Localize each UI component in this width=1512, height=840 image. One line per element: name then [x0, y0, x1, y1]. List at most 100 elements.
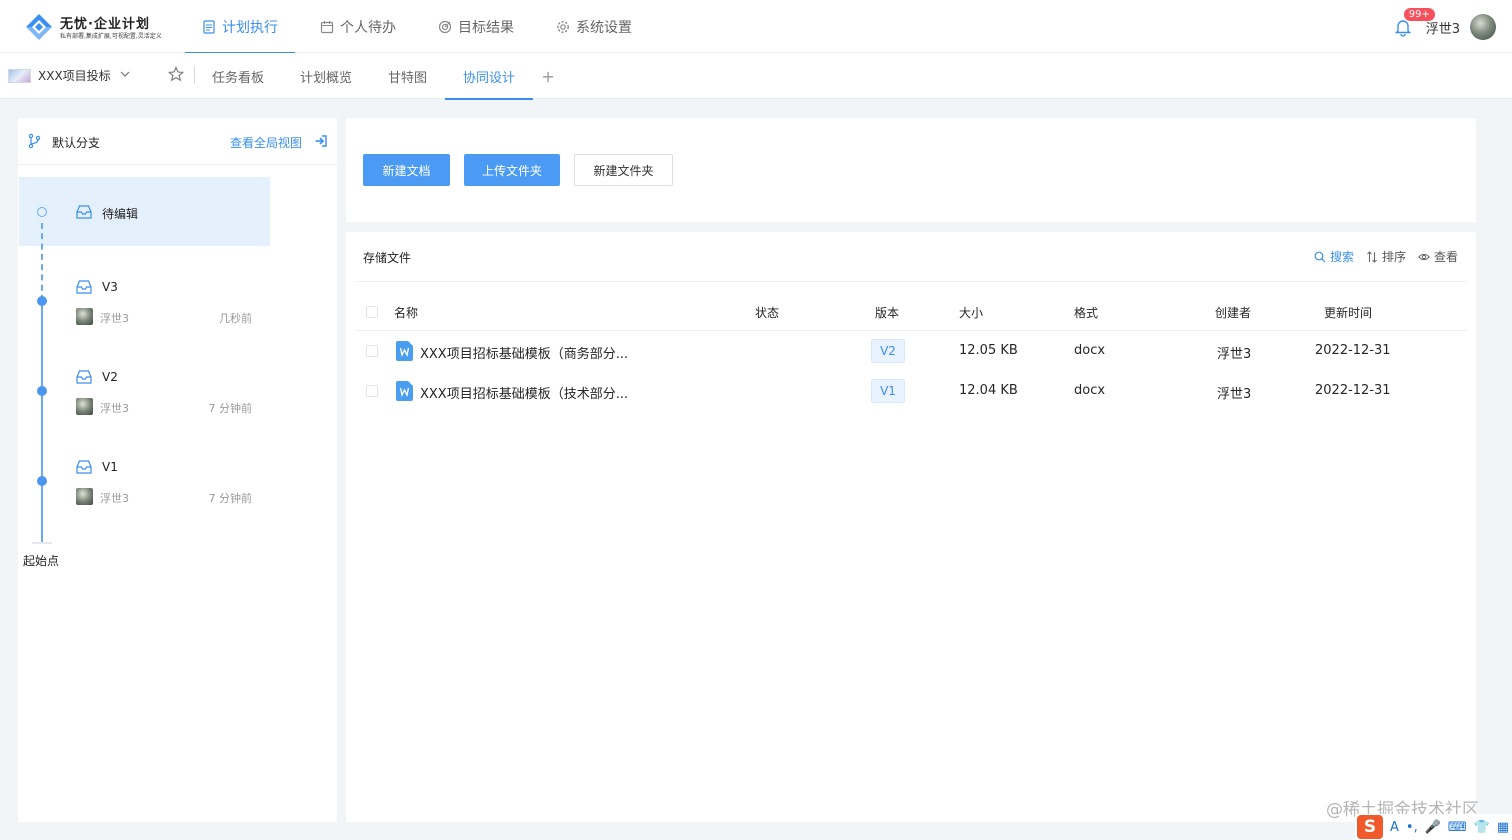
avatar[interactable] [1470, 14, 1496, 40]
version-user: 浮世3 [100, 312, 129, 325]
file-toolbar: 新建文档 上传文件夹 新建文件夹 [346, 118, 1476, 222]
inbox-icon [76, 460, 92, 474]
timeline-draft-item[interactable]: 待编辑 [19, 177, 270, 246]
star-icon[interactable] [168, 66, 184, 82]
table-row[interactable]: XXX项目招标基础模板（技术部分... V1 12.04 KB docx 浮世3… [356, 371, 1467, 411]
ime-logo[interactable]: S [1357, 815, 1383, 839]
tab-label: 协同设计 [463, 70, 516, 86]
file-name[interactable]: XXX项目招标基础模板（商务部分... [420, 343, 628, 362]
file-name[interactable]: XXX项目招标基础模板（技术部分... [420, 383, 628, 402]
sort-button[interactable]: 排序 [1366, 248, 1406, 265]
search-label: 搜索 [1329, 250, 1354, 264]
avatar [76, 488, 93, 505]
new-document-button[interactable]: 新建文档 [363, 154, 450, 186]
skin-icon[interactable]: 👕 [1474, 820, 1490, 835]
main-nav: 计划执行 个人待办 目标结果 系统设置 [185, 0, 657, 54]
nav-item-plan-execution[interactable]: 计划执行 [185, 0, 295, 54]
select-all-checkbox[interactable] [366, 306, 378, 318]
ime-lang-toggle[interactable]: A [1390, 820, 1399, 835]
app-logo[interactable]: 无忧·企业计划 私有部署,集成扩展,可视配置,灵活定义 [24, 12, 194, 42]
search-button[interactable]: 搜索 [1314, 248, 1354, 265]
version-timeline: 待编辑 V3 浮世3 几秒前 V2 浮世3 7 分钟前 V1 浮世3 7 分钟前… [18, 165, 337, 585]
ime-punctuation-toggle[interactable]: •, [1406, 820, 1418, 835]
document-icon [203, 19, 215, 34]
tab-task-board[interactable]: 任务看板 [194, 53, 282, 99]
branch-panel: 默认分支 查看全局视图 待编辑 V3 浮世3 几秒前 V2 浮世3 7 分钟前 [18, 118, 337, 822]
upload-folder-button[interactable]: 上传文件夹 [464, 154, 560, 186]
file-format: docx [1074, 383, 1106, 398]
nav-item-system-settings[interactable]: 系统设置 [539, 0, 649, 53]
project-tabs: 任务看板 计划概览 甘特图 协同设计 + [194, 53, 563, 100]
timeline-dot [37, 476, 47, 486]
add-tab-button[interactable]: + [533, 53, 563, 99]
sort-icon [1367, 250, 1377, 263]
timeline-dot [37, 296, 47, 306]
ime-toolbar: S A •, 🎤 ⌨ 👕 ▦ [1355, 814, 1512, 840]
timeline-dot [37, 386, 47, 396]
file-creator: 浮世3 [1217, 347, 1252, 362]
version-time: 7 分钟前 [208, 402, 253, 415]
table-row[interactable]: XXX项目招标基础模板（商务部分... V2 12.05 KB docx 浮世3… [356, 331, 1467, 371]
login-arrow-icon[interactable] [314, 134, 328, 148]
panel-title: 存储文件 [363, 251, 412, 265]
version-time: 几秒前 [219, 312, 252, 325]
project-thumbnail [8, 69, 31, 83]
sort-label: 排序 [1381, 250, 1406, 264]
version-time: 7 分钟前 [208, 492, 253, 505]
draft-label: 待编辑 [102, 207, 139, 221]
file-updated: 2022-12-31 [1315, 383, 1391, 398]
tab-collab-design[interactable]: 协同设计 [445, 53, 534, 100]
tab-label: 任务看板 [212, 70, 265, 86]
column-header-name[interactable]: 名称 [394, 304, 418, 321]
file-format: docx [1074, 343, 1106, 358]
app-title: 无忧·企业计划 [60, 17, 150, 32]
chevron-down-icon[interactable] [120, 69, 130, 79]
inbox-icon [76, 205, 92, 219]
notification-badge: 99+ [1403, 8, 1435, 21]
branch-header: 默认分支 查看全局视图 [18, 118, 337, 165]
tab-gantt[interactable]: 甘特图 [370, 53, 445, 99]
grid-icon[interactable]: ▦ [1497, 820, 1509, 835]
column-header-format[interactable]: 格式 [1074, 304, 1098, 321]
project-bar: XXX项目投标 任务看板 计划概览 甘特图 协同设计 + [0, 53, 1512, 100]
branch-name[interactable]: 默认分支 [52, 134, 100, 151]
column-header-updated[interactable]: 更新时间 [1324, 304, 1372, 321]
git-branch-icon [28, 133, 41, 149]
version-tag: V1 [871, 379, 905, 403]
nav-label: 系统设置 [576, 19, 632, 36]
project-selector[interactable]: XXX项目投标 [38, 67, 111, 84]
user-area: 99+ 浮世3 [1392, 8, 1496, 44]
inbox-icon [76, 280, 92, 294]
microphone-icon[interactable]: 🎤 [1425, 820, 1441, 835]
global-view-link[interactable]: 查看全局视图 [230, 134, 302, 151]
column-header-version[interactable]: 版本 [875, 304, 899, 321]
table-header: 名称 状态 版本 大小 格式 创建者 更新时间 [356, 294, 1467, 331]
notification-button[interactable]: 99+ [1392, 8, 1435, 38]
file-size: 12.05 KB [959, 343, 1018, 358]
search-icon [1314, 251, 1326, 262]
new-folder-button[interactable]: 新建文件夹 [574, 154, 673, 186]
column-header-size[interactable]: 大小 [959, 304, 983, 321]
tab-label: 甘特图 [388, 70, 428, 86]
gear-icon [557, 20, 569, 33]
timeline-origin-marker [32, 542, 52, 544]
view-button[interactable]: 查看 [1418, 248, 1458, 265]
nav-item-personal-todo[interactable]: 个人待办 [303, 0, 413, 53]
nav-item-goal-results[interactable]: 目标结果 [421, 0, 531, 53]
column-header-status[interactable]: 状态 [755, 304, 779, 321]
row-checkbox[interactable] [366, 345, 378, 357]
version-user: 浮世3 [100, 492, 129, 505]
stored-files-panel: 存储文件 搜索 排序 查看 名称 状态 版本 大小 格式 创建者 更新时间 XX… [346, 232, 1476, 822]
word-document-icon [396, 341, 413, 361]
view-label: 查看 [1433, 250, 1458, 264]
files-table: 名称 状态 版本 大小 格式 创建者 更新时间 XXX项目招标基础模板（商务部分… [356, 294, 1467, 411]
column-header-creator[interactable]: 创建者 [1215, 304, 1251, 321]
tab-plan-overview[interactable]: 计划概览 [282, 53, 370, 99]
version-user: 浮世3 [100, 402, 129, 415]
keyboard-icon[interactable]: ⌨ [1448, 820, 1467, 835]
timeline-dot-draft [37, 207, 47, 217]
row-checkbox[interactable] [366, 385, 378, 397]
logo-icon [26, 14, 52, 40]
calendar-icon [320, 20, 334, 33]
timeline-line [41, 301, 43, 542]
